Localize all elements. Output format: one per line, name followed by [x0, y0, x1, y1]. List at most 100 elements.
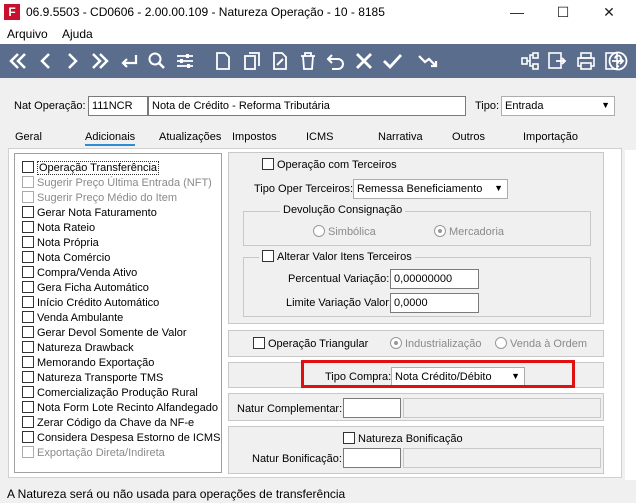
bonificacao-check[interactable]: Natureza Bonificação: [343, 432, 463, 445]
checkbox[interactable]: [22, 311, 34, 323]
percentual-field[interactable]: 0,00000000: [390, 269, 479, 289]
checkbox[interactable]: [22, 296, 34, 308]
checkbox[interactable]: [22, 266, 34, 278]
radio-mercadoria[interactable]: Mercadoria: [434, 225, 504, 238]
alterar-check[interactable]: Alterar Valor Itens Terceiros: [259, 250, 415, 263]
complementar-code-field[interactable]: [343, 398, 401, 418]
check-nota-form-lote[interactable]: Nota Form Lote Recinto Alfandegado: [22, 401, 218, 416]
complementar-description-field: [403, 398, 601, 418]
return-icon[interactable]: [117, 49, 141, 73]
tab-bar: Geral Adicionais Atualizações Impostos I…: [0, 128, 636, 148]
tipo-select[interactable]: Entrada ▼: [501, 96, 615, 116]
checkbox[interactable]: [262, 158, 274, 170]
close-button[interactable]: ✕: [586, 0, 632, 25]
check-comercializacao-rural[interactable]: Comercialização Produção Rural: [22, 386, 198, 401]
check-considera-despesa[interactable]: Considera Despesa Estorno de ICMS: [22, 431, 220, 446]
checkbox[interactable]: [22, 431, 34, 443]
bonificacao-code-field[interactable]: [343, 448, 401, 468]
search-icon[interactable]: [145, 49, 169, 73]
help-icon-visible[interactable]: [606, 49, 630, 73]
tab-adicionais[interactable]: Adicionais: [85, 131, 136, 146]
export-icon[interactable]: [545, 49, 569, 73]
tab-atualizacoes[interactable]: Atualizações: [159, 131, 221, 143]
undo-icon[interactable]: [324, 49, 348, 73]
filter-icon[interactable]: [173, 49, 197, 73]
radio[interactable]: [313, 225, 325, 237]
operacao-terceiros-check[interactable]: Operação com Terceiros: [262, 158, 397, 171]
cancel-icon[interactable]: [352, 49, 376, 73]
radio-simbolica[interactable]: Simbólica: [313, 225, 376, 238]
tab-geral[interactable]: Geral: [15, 131, 42, 143]
check-nota-rateio[interactable]: Nota Rateio: [22, 221, 95, 236]
checkbox[interactable]: [22, 371, 34, 383]
radio-venda-ordem[interactable]: Venda à Ordem: [495, 337, 587, 350]
previous-icon[interactable]: [34, 49, 58, 73]
minimize-button[interactable]: —: [494, 0, 540, 25]
check-nota-propria[interactable]: Nota Própria: [22, 236, 99, 251]
checkbox[interactable]: [22, 326, 34, 338]
tab-outros[interactable]: Outros: [452, 131, 485, 143]
copy-icon[interactable]: [240, 49, 264, 73]
checkbox[interactable]: [253, 337, 265, 349]
tab-importacao[interactable]: Importação: [523, 131, 578, 143]
checkbox[interactable]: [22, 251, 34, 263]
nat-code-field[interactable]: 111NCR: [88, 96, 148, 116]
tipo-oper-select[interactable]: Remessa Beneficiamento ▼: [353, 179, 508, 199]
checkbox[interactable]: [22, 176, 34, 188]
menu-arquivo[interactable]: Arquivo: [7, 27, 48, 41]
checkbox[interactable]: [262, 250, 274, 262]
confirm-icon[interactable]: [380, 49, 404, 73]
checkbox[interactable]: [22, 236, 34, 248]
tab-icms[interactable]: ICMS: [306, 131, 334, 143]
checkbox[interactable]: [22, 446, 34, 458]
check-memorando-exportacao[interactable]: Memorando Exportação: [22, 356, 154, 371]
triangular-check[interactable]: Operação Triangular: [253, 337, 368, 350]
checkbox[interactable]: [22, 221, 34, 233]
new-icon[interactable]: [211, 49, 235, 73]
menu-ajuda[interactable]: Ajuda: [62, 27, 93, 41]
print-icon[interactable]: [574, 49, 598, 73]
tab-narrativa[interactable]: Narrativa: [378, 131, 423, 143]
checkbox[interactable]: [22, 356, 34, 368]
radio[interactable]: [434, 225, 446, 237]
edit-icon[interactable]: [268, 49, 292, 73]
checkbox[interactable]: [22, 191, 34, 203]
check-inicio-credito[interactable]: Início Crédito Automático: [22, 296, 159, 311]
radio[interactable]: [390, 337, 402, 349]
checkbox[interactable]: [343, 432, 355, 444]
limite-field[interactable]: 0,0000: [390, 293, 479, 313]
last-icon[interactable]: [88, 49, 112, 73]
check-operacao-transferencia[interactable]: Operação Transferência: [22, 161, 160, 176]
check-venda-ambulante[interactable]: Venda Ambulante: [22, 311, 123, 326]
check-gera-ficha[interactable]: Gera Ficha Automático: [22, 281, 149, 296]
next-icon[interactable]: [60, 49, 84, 73]
check-natureza-transporte[interactable]: Natureza Transporte TMS: [22, 371, 163, 386]
check-sugerir-preco-medio[interactable]: Sugerir Preço Médio do Item: [22, 191, 177, 206]
check-gerar-nota-faturamento[interactable]: Gerar Nota Faturamento: [22, 206, 157, 221]
radio-industrializacao[interactable]: Industrialização: [390, 337, 481, 350]
check-exportacao-direta[interactable]: Exportação Direta/Indireta: [22, 446, 165, 461]
check-label: Zerar Código da Chave da NF-e: [37, 417, 195, 429]
check-label: Considera Despesa Estorno de ICMS: [37, 432, 221, 444]
chart-icon[interactable]: [416, 49, 440, 73]
checkbox[interactable]: [22, 206, 34, 218]
check-natureza-drawback[interactable]: Natureza Drawback: [22, 341, 134, 356]
check-gerar-devol[interactable]: Gerar Devol Somente de Valor: [22, 326, 187, 341]
check-nota-comercio[interactable]: Nota Comércio: [22, 251, 110, 266]
checkbox[interactable]: [22, 401, 34, 413]
check-zerar-codigo[interactable]: Zerar Código da Chave da NF-e: [22, 416, 194, 431]
checkbox[interactable]: [22, 416, 34, 428]
check-sugerir-preco-ultima[interactable]: Sugerir Preço Última Entrada (NFT): [22, 176, 212, 191]
check-compra-venda-ativo[interactable]: Compra/Venda Ativo: [22, 266, 137, 281]
radio[interactable]: [495, 337, 507, 349]
checkbox[interactable]: [22, 386, 34, 398]
maximize-button[interactable]: ☐: [540, 0, 586, 25]
checkbox[interactable]: [22, 281, 34, 293]
checkbox[interactable]: [22, 341, 34, 353]
tab-impostos[interactable]: Impostos: [232, 131, 277, 143]
checkbox[interactable]: [22, 161, 34, 173]
delete-icon[interactable]: [296, 49, 320, 73]
nat-description-field[interactable]: Nota de Crédito - Reforma Tributária: [148, 96, 466, 116]
structure-icon[interactable]: [518, 49, 542, 73]
first-icon[interactable]: [6, 49, 30, 73]
